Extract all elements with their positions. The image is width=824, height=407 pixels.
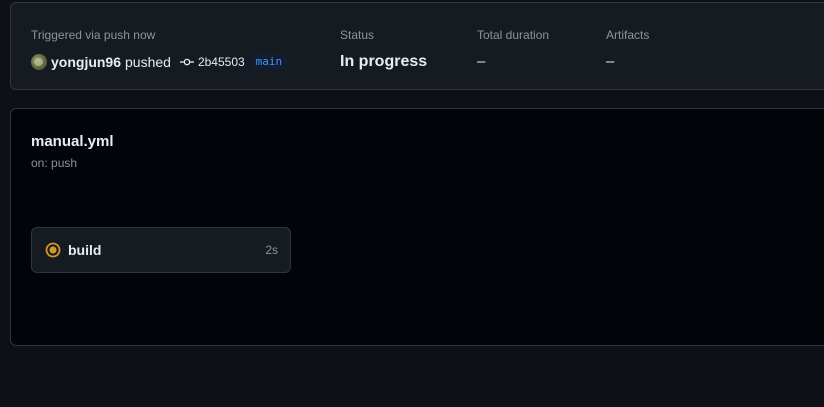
workflow-file-name[interactable]: manual.yml (31, 133, 114, 150)
trigger-label: Triggered via push now (31, 28, 156, 42)
artifacts-value: – (606, 53, 615, 70)
duration-label: Total duration (477, 28, 550, 42)
job-name: build (68, 242, 102, 258)
branch-label[interactable]: main (250, 54, 288, 70)
username-link[interactable]: yongjun96 (51, 54, 121, 70)
workflow-graph: manual.yml on: push build 2s (10, 108, 824, 346)
duration-section: Total duration – (477, 27, 549, 72)
user-avatar[interactable] (31, 54, 47, 70)
duration-value: – (477, 53, 486, 70)
job-duration: 2s (265, 243, 278, 257)
workflow-trigger: on: push (31, 156, 78, 170)
artifacts-label: Artifacts (606, 28, 650, 42)
status-label: Status (340, 28, 375, 42)
commit-sha-link[interactable]: 2b45503 (198, 55, 245, 69)
trigger-section: Triggered via push now yongjun96 pushed … (31, 27, 288, 72)
commit-icon (179, 58, 194, 66)
job-card-build[interactable]: build 2s (31, 227, 291, 273)
status-value: In progress (340, 53, 428, 70)
in-progress-icon (45, 242, 61, 258)
trigger-action: pushed (125, 54, 171, 70)
artifacts-section: Artifacts – (606, 27, 649, 72)
run-summary-card: Triggered via push now yongjun96 pushed … (10, 2, 824, 90)
status-section: Status In progress (340, 27, 427, 72)
trigger-details: yongjun96 pushed 2b45503 main (31, 52, 288, 72)
